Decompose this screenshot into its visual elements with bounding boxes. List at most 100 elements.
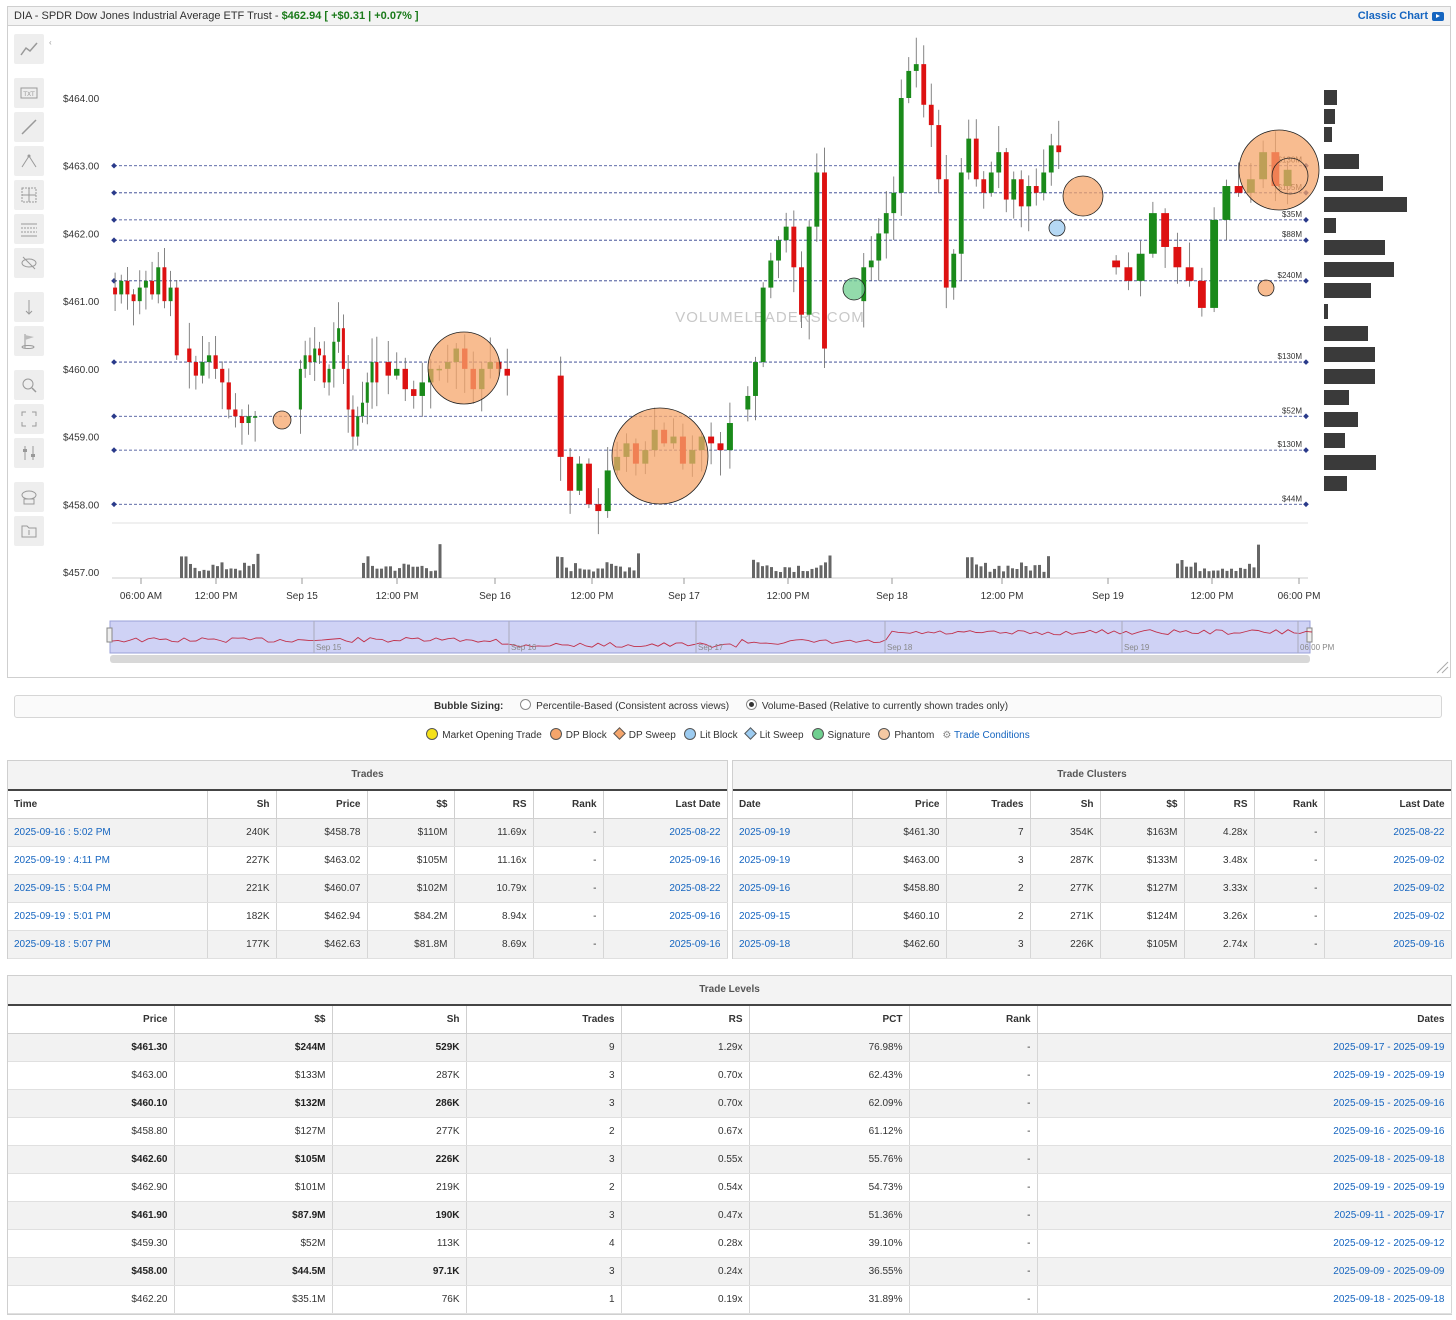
table-link[interactable]: 2025-09-19 : 5:01 PM — [8, 902, 208, 931]
zoom-icon[interactable] — [14, 370, 44, 400]
column-header[interactable]: RS — [621, 1006, 750, 1034]
column-header[interactable]: Last Date — [603, 791, 728, 819]
indicators-icon[interactable] — [14, 34, 44, 64]
column-header[interactable]: Price — [8, 1006, 175, 1034]
table-row[interactable]: 2025-09-16 : 5:02 PM 240K $458.78 $110M 11.6… — [8, 818, 728, 847]
table-link[interactable]: 2025-09-12 - 2025-09-12 — [1037, 1229, 1452, 1258]
table-row[interactable]: $462.90 $101M 219K 2 0.54x 54.73% -2025-09-19 … — [8, 1173, 1452, 1202]
legend-item-dp-block[interactable]: DP Block — [549, 728, 607, 743]
text-tool-icon[interactable]: TXT — [14, 78, 44, 108]
table-link[interactable]: 2025-09-11 - 2025-09-17 — [1037, 1201, 1452, 1230]
column-header[interactable]: Sh — [332, 1006, 467, 1034]
legend-item-dp-sweep[interactable]: DP Sweep — [612, 727, 676, 743]
visibility-icon[interactable] — [14, 482, 44, 512]
table-row[interactable]: 2025-09-19 : 5:01 PM 182K $462.94 $84.2M 8.9… — [8, 902, 728, 931]
fibonacci-icon[interactable] — [14, 146, 44, 176]
table-link[interactable]: 2025-09-19 - 2025-09-19 — [1037, 1061, 1452, 1090]
table-row[interactable]: $458.00 $44.5M 97.1K 3 0.24x 36.55% -2025-09-0… — [8, 1257, 1452, 1286]
table-link[interactable]: 2025-09-19 — [733, 818, 853, 847]
volume-radio[interactable] — [745, 699, 757, 710]
table-row[interactable]: $461.30 $244M 529K 9 1.29x 76.98% -2025-09-17 … — [8, 1033, 1452, 1062]
table-link[interactable]: 2025-09-16 — [603, 846, 728, 875]
legend-item-lit-sweep[interactable]: Lit Sweep — [743, 727, 804, 743]
table-link[interactable]: 2025-09-15 — [733, 902, 853, 931]
legend-item-signature[interactable]: Signature — [811, 728, 870, 743]
table-link[interactable]: 2025-09-18 - 2025-09-18 — [1037, 1145, 1452, 1174]
hide-icon[interactable] — [14, 248, 44, 278]
column-header[interactable]: PCT — [749, 1006, 910, 1034]
table-link[interactable]: 2025-09-15 - 2025-09-16 — [1037, 1089, 1452, 1118]
table-link[interactable]: 2025-09-02 — [1324, 874, 1452, 903]
crosshair-icon[interactable] — [14, 180, 44, 210]
column-header[interactable]: Sh — [1030, 791, 1101, 819]
price-chart[interactable]: $464.00 $463.00 $462.00 $461.00 $460.00 $459.… — [0, 0, 1456, 680]
column-header[interactable]: Dates — [1037, 1006, 1452, 1034]
line-tool-icon[interactable] — [14, 112, 44, 142]
table-row[interactable]: $459.30 $52M 113K 4 0.28x 39.10% -2025-09-12 -… — [8, 1229, 1452, 1258]
legend-item-phantom[interactable]: Phantom — [878, 728, 934, 743]
column-header[interactable]: Price — [852, 791, 947, 819]
column-header[interactable]: RS — [1184, 791, 1255, 819]
table-link[interactable]: 2025-09-19 - 2025-09-19 — [1037, 1173, 1452, 1202]
table-row[interactable]: 2025-09-18 $462.60 3 226K $105M 2.74x -2025-09… — [733, 930, 1452, 959]
table-link[interactable]: 2025-09-18 : 5:07 PM — [8, 930, 208, 959]
percentile-radio[interactable] — [520, 699, 532, 710]
legend-item-trade-conditions[interactable]: ⚙ Trade Conditions — [942, 729, 1029, 743]
table-row[interactable]: 2025-09-18 : 5:07 PM 177K $462.63 $81.8M 8.6… — [8, 930, 728, 959]
column-header[interactable]: $$ — [174, 1006, 333, 1034]
legend-item-market-opening-trade[interactable]: Market Opening Trade — [426, 728, 542, 743]
table-link[interactable]: 2025-09-16 : 5:02 PM — [8, 818, 208, 847]
volume-option[interactable]: Volume-Based (Relative to currently show… — [745, 699, 1008, 712]
column-header[interactable]: Trades — [466, 1006, 622, 1034]
table-link[interactable]: 2025-09-16 — [603, 930, 728, 959]
table-row[interactable]: 2025-09-19 $461.30 7 354K $163M 4.28x -2025-08… — [733, 818, 1452, 847]
column-header[interactable]: $$ — [367, 791, 455, 819]
table-row[interactable]: $462.20 $35.1M 76K 1 0.19x 31.89% -2025-09-18 … — [8, 1285, 1452, 1314]
column-header[interactable]: $$ — [1100, 791, 1185, 819]
column-header[interactable]: Date — [733, 791, 853, 819]
adjust-icon[interactable] — [14, 438, 44, 468]
table-row[interactable]: $462.60 $105M 226K 3 0.55x 55.76% -2025-09-18 … — [8, 1145, 1452, 1174]
table-link[interactable]: 2025-09-16 — [1324, 930, 1452, 959]
table-row[interactable]: 2025-09-15 : 5:04 PM 221K $460.07 $102M 10.7… — [8, 874, 728, 903]
table-link[interactable]: 2025-09-02 — [1324, 902, 1452, 931]
measure-icon[interactable] — [14, 214, 44, 244]
fullscreen-icon[interactable] — [14, 404, 44, 434]
table-row[interactable]: 2025-09-19 $463.00 3 287K $133M 3.48x -2025-09… — [733, 846, 1452, 875]
table-link[interactable]: 2025-08-22 — [603, 874, 728, 903]
percentile-option[interactable]: Percentile-Based (Consistent across view… — [520, 699, 729, 712]
table-link[interactable]: 2025-09-17 - 2025-09-19 — [1037, 1033, 1452, 1062]
table-row[interactable]: $463.00 $133M 287K 3 0.70x 62.43% -2025-09-19 … — [8, 1061, 1452, 1090]
table-link[interactable]: 2025-09-19 : 4:11 PM — [8, 846, 208, 875]
table-row[interactable]: $458.80 $127M 277K 2 0.67x 61.12% -2025-09-16 … — [8, 1117, 1452, 1146]
table-row[interactable]: 2025-09-16 $458.80 2 277K $127M 3.33x -2025-09… — [733, 874, 1452, 903]
column-header[interactable]: Trades — [946, 791, 1031, 819]
column-header[interactable]: Price — [276, 791, 368, 819]
column-header[interactable]: Last Date — [1324, 791, 1452, 819]
table-row[interactable]: $461.90 $87.9M 190K 3 0.47x 51.36% -2025-09-11… — [8, 1201, 1452, 1230]
table-row[interactable]: 2025-09-15 $460.10 2 271K $124M 3.26x -2025-09… — [733, 902, 1452, 931]
table-link[interactable]: 2025-09-02 — [1324, 846, 1452, 875]
column-header[interactable]: Rank — [533, 791, 604, 819]
table-row[interactable]: $460.10 $132M 286K 3 0.70x 62.09% -2025-09-15 … — [8, 1089, 1452, 1118]
column-header[interactable]: Rank — [1254, 791, 1325, 819]
table-link[interactable]: 2025-08-22 — [603, 818, 728, 847]
save-template-icon[interactable] — [14, 516, 44, 546]
vertical-line-icon[interactable] — [14, 292, 44, 322]
column-header[interactable]: Rank — [909, 1006, 1038, 1034]
table-link[interactable]: 2025-09-09 - 2025-09-09 — [1037, 1257, 1452, 1286]
table-link[interactable]: 2025-09-16 - 2025-09-16 — [1037, 1117, 1452, 1146]
legend-item-lit-block[interactable]: Lit Block — [683, 728, 738, 743]
table-link[interactable]: 2025-09-16 — [603, 902, 728, 931]
table-link[interactable]: 2025-09-16 — [733, 874, 853, 903]
column-header[interactable]: RS — [454, 791, 534, 819]
table-link[interactable]: 2025-09-18 — [733, 930, 853, 959]
column-header[interactable]: Time — [8, 791, 208, 819]
table-link[interactable]: 2025-09-15 : 5:04 PM — [8, 874, 208, 903]
table-link[interactable]: 2025-09-18 - 2025-09-18 — [1037, 1285, 1452, 1314]
table-link[interactable]: 2025-09-19 — [733, 846, 853, 875]
table-row[interactable]: 2025-09-19 : 4:11 PM 227K $463.02 $105M 11.1… — [8, 846, 728, 875]
table-link[interactable]: 2025-08-22 — [1324, 818, 1452, 847]
column-header[interactable]: Sh — [207, 791, 277, 819]
flag-icon[interactable] — [14, 326, 44, 356]
